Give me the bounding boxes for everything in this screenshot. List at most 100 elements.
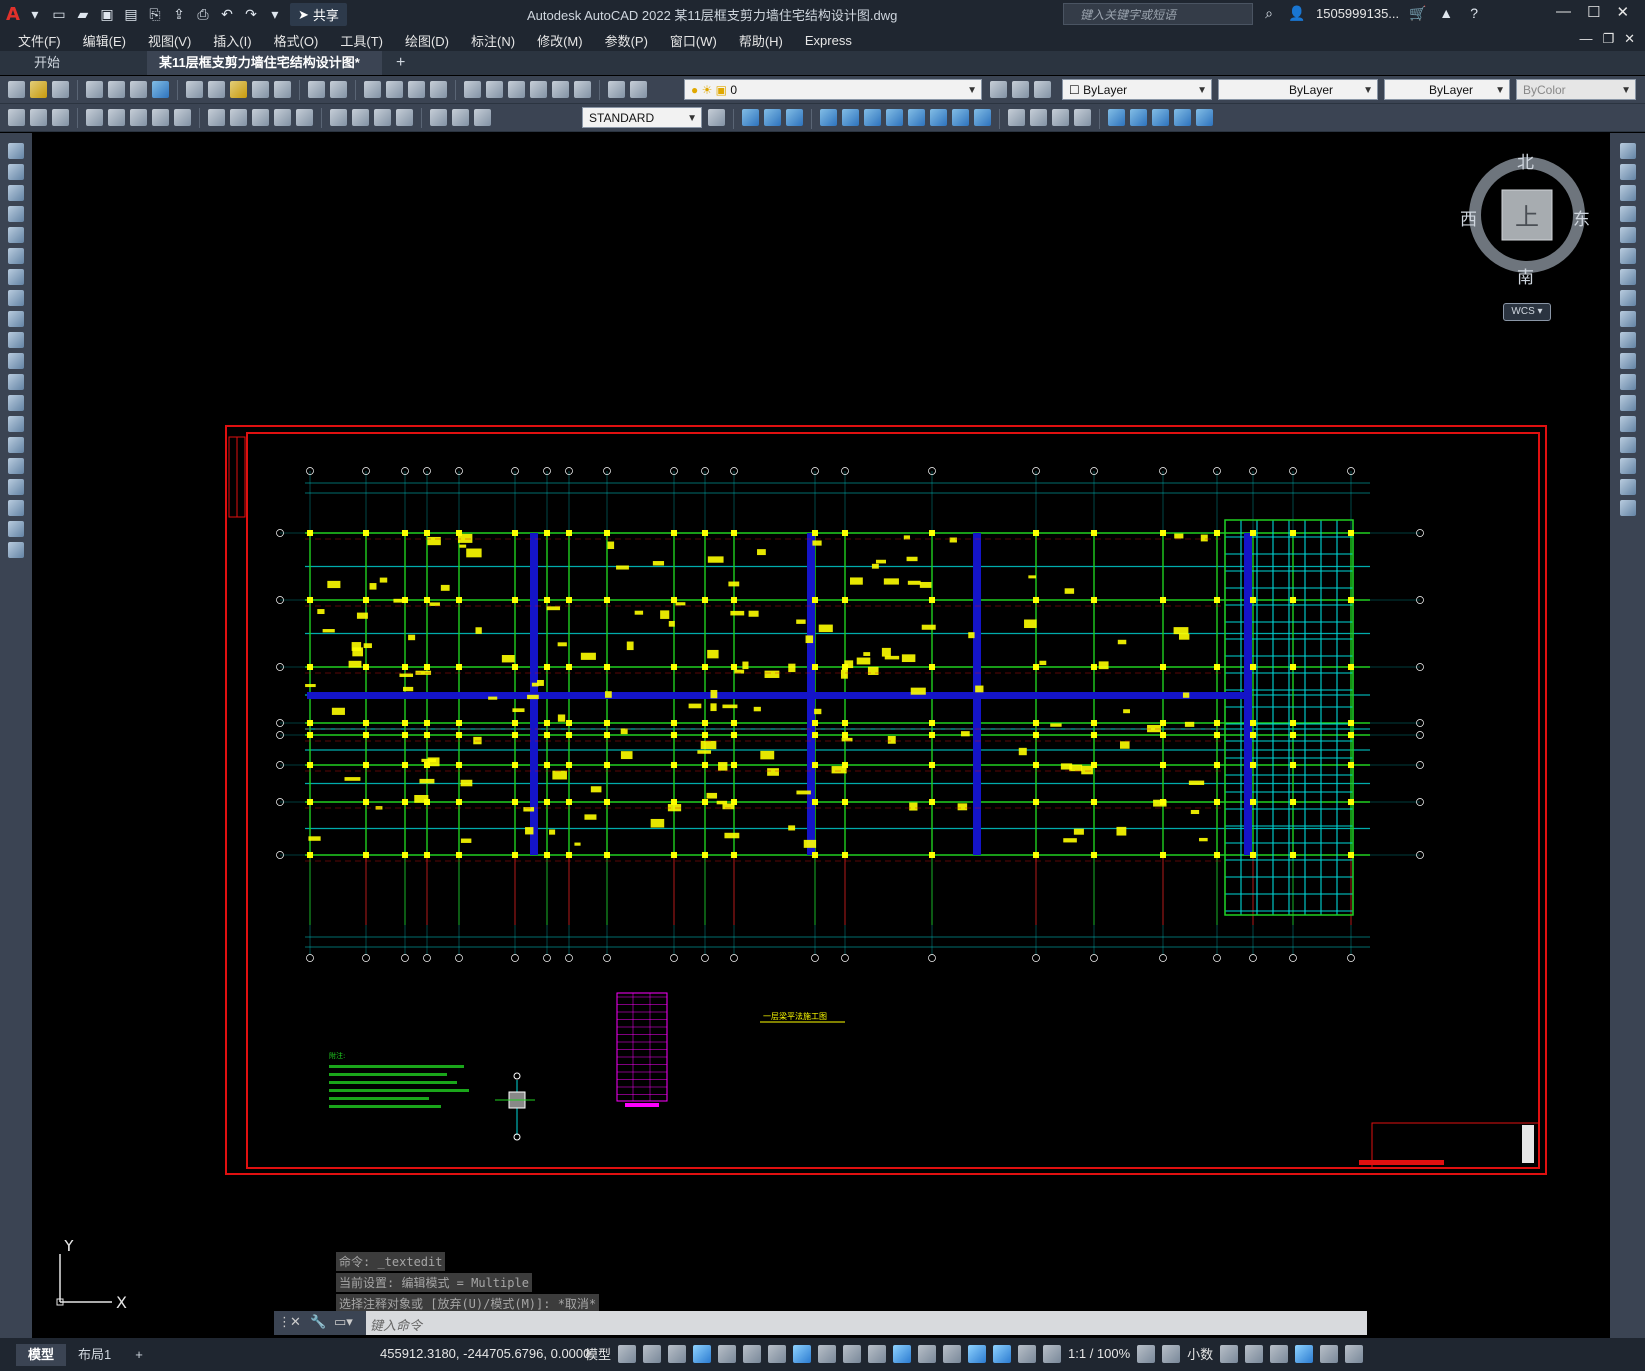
spline-icon[interactable] — [8, 311, 24, 327]
dimension-aligned-icon[interactable] — [30, 109, 47, 126]
conceptual-icon[interactable] — [1052, 109, 1069, 126]
zoom-previous-icon[interactable] — [430, 81, 447, 98]
selection-cycling-icon[interactable] — [868, 1344, 887, 1363]
ellipse-icon[interactable] — [8, 332, 24, 348]
mirror-icon[interactable] — [1619, 185, 1636, 201]
menu-window[interactable]: 窗口(W) — [670, 31, 717, 50]
dimension-edit-icon[interactable] — [430, 109, 447, 126]
layer-properties-icon[interactable] — [630, 81, 647, 98]
pan-icon[interactable] — [364, 81, 381, 98]
dimension-baseline-icon[interactable] — [230, 109, 247, 126]
rectangle-icon[interactable] — [8, 227, 24, 243]
dimension-break-icon[interactable] — [296, 109, 313, 126]
units-dropdown[interactable]: 小数 — [1187, 1344, 1213, 1363]
offset-icon[interactable] — [1619, 206, 1636, 222]
tab-model[interactable]: 模型 — [16, 1343, 67, 1366]
lock-ui-icon[interactable] — [1245, 1344, 1264, 1363]
trim-icon[interactable] — [1619, 332, 1636, 348]
ucs-world-icon[interactable] — [764, 109, 781, 126]
properties-icon[interactable] — [464, 81, 481, 98]
gizmo-icon[interactable] — [968, 1344, 987, 1363]
transparency-icon[interactable] — [843, 1344, 862, 1363]
close-icon[interactable]: ✕ — [290, 1314, 301, 1330]
graphics-performance-icon[interactable] — [1295, 1344, 1314, 1363]
zoom-realtime-icon[interactable] — [386, 81, 403, 98]
print-icon[interactable]: ⎙ — [194, 6, 212, 24]
object-snap-tracking-icon[interactable] — [768, 1344, 787, 1363]
selection-filter-icon[interactable] — [943, 1344, 962, 1363]
viewcube[interactable]: 上 — [1467, 155, 1587, 275]
plot-icon[interactable] — [86, 81, 103, 98]
menu-parametric[interactable]: 参数(P) — [605, 31, 648, 50]
tab-layout1[interactable]: 布局1 — [66, 1344, 123, 1366]
isodraft-icon[interactable] — [743, 1344, 762, 1363]
snap-icon[interactable] — [643, 1344, 662, 1363]
ucs-y-icon[interactable] — [974, 109, 991, 126]
new-icon[interactable] — [8, 81, 25, 98]
arc-icon[interactable] — [8, 248, 24, 264]
export-icon[interactable]: ⇪ — [170, 6, 188, 24]
search-input[interactable]: 键入关键字或短语 — [1063, 3, 1253, 25]
ucs-zaxis-icon[interactable] — [908, 109, 925, 126]
dynamic-ucs-icon[interactable] — [918, 1344, 937, 1363]
dimension-angular-icon[interactable] — [174, 109, 191, 126]
multiline-text-icon[interactable] — [8, 521, 24, 537]
make-block-icon[interactable] — [8, 395, 24, 411]
calculator-icon[interactable] — [574, 81, 591, 98]
point-icon[interactable] — [8, 416, 24, 432]
chamfer-icon[interactable] — [1619, 437, 1636, 453]
doc-restore-icon[interactable]: ❐ — [1602, 31, 1614, 47]
new-file-icon[interactable]: ▭ — [50, 6, 68, 24]
ucs-3point-icon[interactable] — [930, 109, 947, 126]
new-tab-button[interactable]: + — [384, 51, 417, 75]
menu-modify[interactable]: 修改(M) — [537, 31, 583, 50]
layer-dropdown[interactable]: ● ☀ ▣ 0 ▼ — [684, 79, 982, 100]
inspect-icon[interactable] — [374, 109, 391, 126]
autocad-logo-icon[interactable]: A — [6, 4, 20, 25]
extend-icon[interactable] — [1619, 353, 1636, 369]
menu-file[interactable]: 文件(F) — [18, 31, 61, 50]
ellipse-arc-icon[interactable] — [8, 353, 24, 369]
help-icon[interactable]: ? — [1465, 4, 1483, 22]
fillet-icon[interactable] — [1619, 458, 1636, 474]
match-properties-icon[interactable] — [252, 81, 269, 98]
menu-draw[interactable]: 绘图(D) — [405, 31, 449, 50]
annotation-monitor-icon[interactable] — [1162, 1344, 1181, 1363]
blend-curves-icon[interactable] — [1619, 479, 1636, 495]
redo-icon[interactable]: ↷ — [242, 6, 260, 24]
dimension-jogged-icon[interactable] — [130, 109, 147, 126]
plot-preview-icon[interactable] — [108, 81, 125, 98]
scale-icon[interactable] — [1619, 290, 1636, 306]
minimize-icon[interactable]: — — [1556, 3, 1571, 21]
erase-icon[interactable] — [1619, 143, 1636, 159]
ucs-icon[interactable] — [742, 109, 759, 126]
copy-object-icon[interactable] — [1619, 164, 1636, 180]
viewports-icon[interactable] — [1074, 109, 1091, 126]
move-icon[interactable] — [1619, 248, 1636, 264]
ucs-face-icon[interactable] — [820, 109, 837, 126]
linetype-dropdown[interactable]: ByLayer ▼ — [1218, 79, 1378, 100]
cart-icon[interactable]: 🛒 — [1409, 4, 1427, 22]
compass-west[interactable]: 西 — [1460, 205, 1477, 230]
jogged-linear-icon[interactable] — [396, 109, 413, 126]
array-icon[interactable] — [1619, 227, 1636, 243]
line-icon[interactable] — [8, 143, 24, 159]
dimension-text-edit-icon[interactable] — [452, 109, 469, 126]
construction-line-icon[interactable] — [8, 164, 24, 180]
learning-icon[interactable]: ▲ — [1437, 4, 1455, 22]
menu-express[interactable]: Express — [805, 33, 852, 48]
visual-style-icon[interactable] — [1008, 109, 1025, 126]
model-space-button[interactable]: 模型 — [585, 1344, 611, 1363]
dimension-diameter-icon[interactable] — [152, 109, 169, 126]
cut-icon[interactable] — [186, 81, 203, 98]
dimension-space-icon[interactable] — [274, 109, 291, 126]
view-right-icon[interactable] — [1174, 109, 1191, 126]
copy-icon[interactable] — [208, 81, 225, 98]
undo-icon[interactable] — [308, 81, 325, 98]
add-selected-icon[interactable] — [8, 542, 24, 558]
user-name[interactable]: 1505999135... — [1316, 6, 1399, 21]
break-icon[interactable] — [1619, 395, 1636, 411]
undo-icon[interactable]: ↶ — [218, 6, 236, 24]
ortho-icon[interactable] — [693, 1344, 712, 1363]
zoom-window-icon[interactable] — [408, 81, 425, 98]
